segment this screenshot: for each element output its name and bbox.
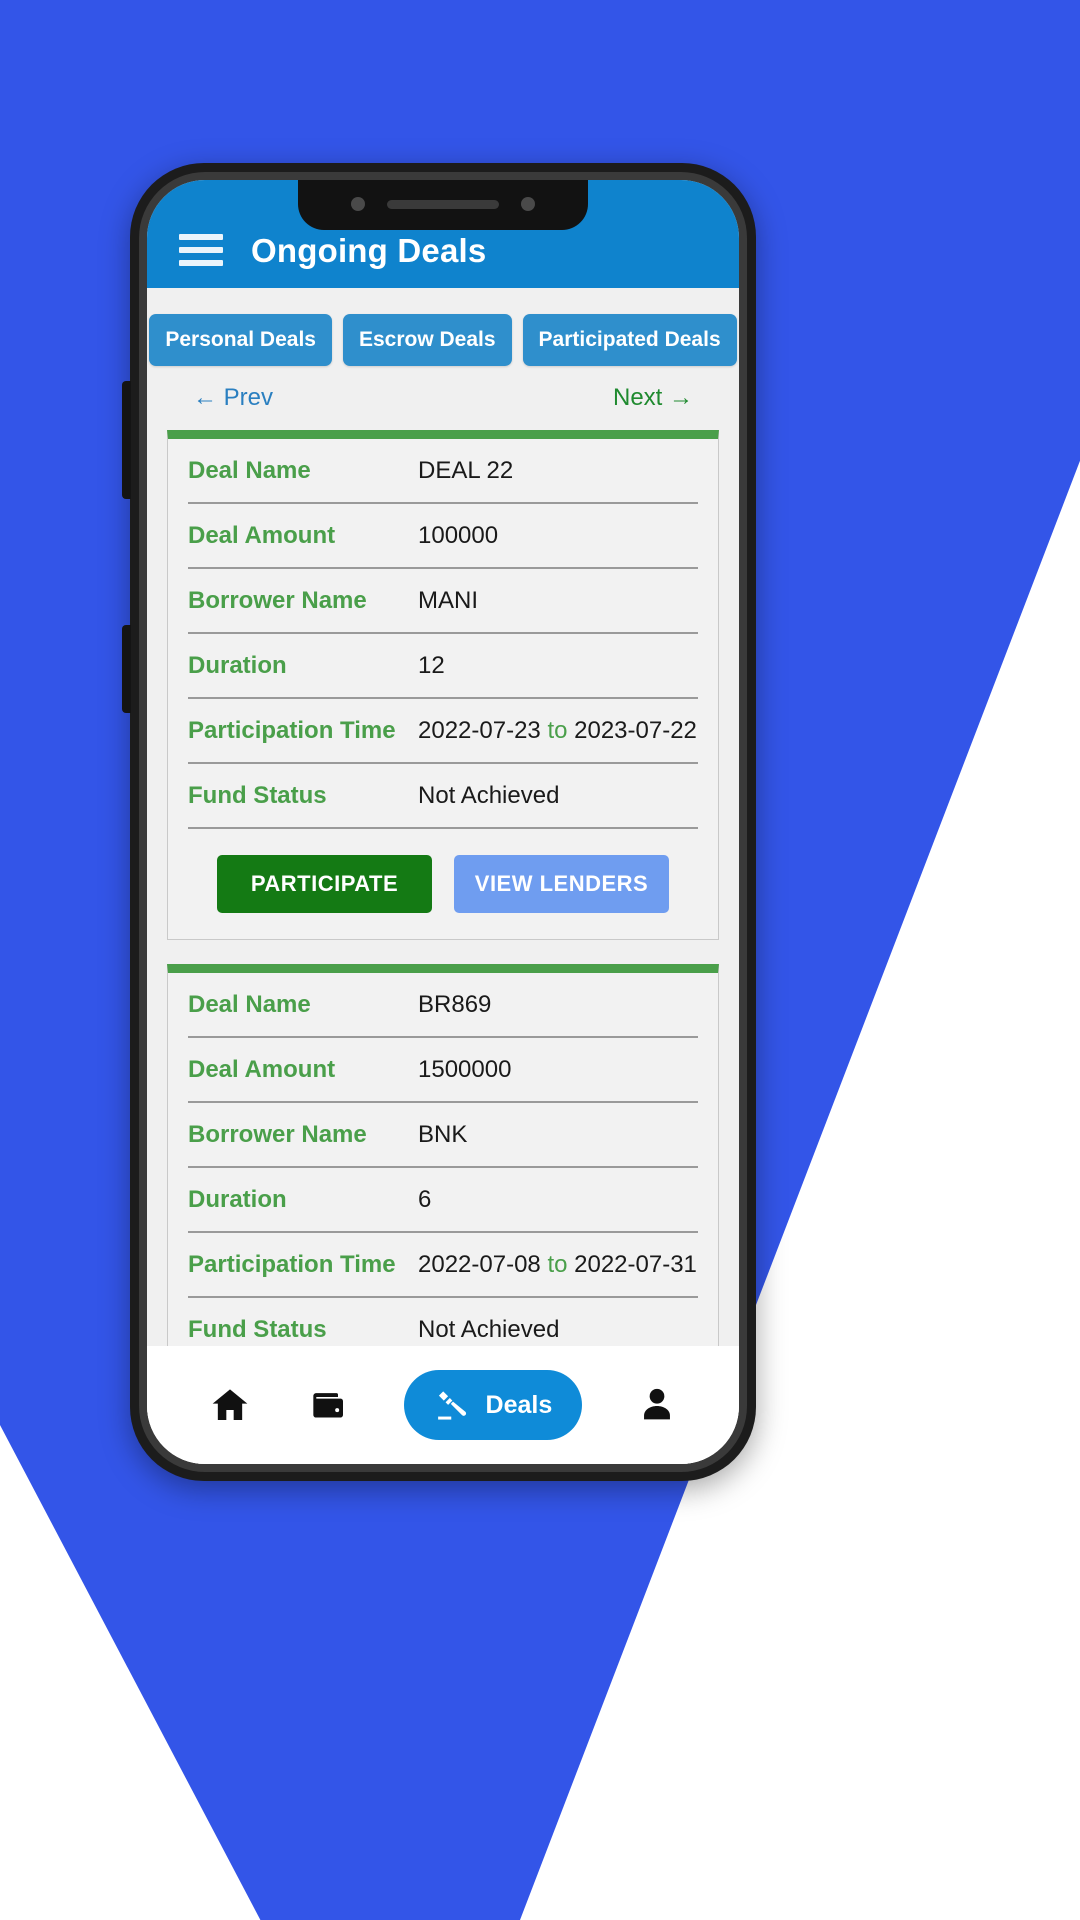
participate-button[interactable]: PARTICIPATE	[217, 855, 432, 913]
deal-card-actions: PARTICIPATE VIEW LENDERS	[188, 829, 698, 939]
borrower-name-value: MANI	[418, 586, 478, 614]
fund-status-label: Fund Status	[188, 781, 327, 809]
duration-label: Duration	[188, 651, 287, 679]
tab-participated-deals[interactable]: Participated Deals	[522, 314, 737, 366]
next-page-link[interactable]: Next →	[613, 384, 693, 412]
date-separator-word: to	[547, 716, 568, 744]
fund-status-value: Not Achieved	[418, 781, 560, 809]
wallet-icon	[306, 1385, 350, 1425]
deal-type-tabs: Personal Deals Escrow Deals Participated…	[147, 288, 739, 366]
duration-value: 6	[418, 1185, 432, 1213]
borrower-name-label: Borrower Name	[188, 1120, 367, 1148]
deal-name-label: Deal Name	[188, 990, 311, 1018]
participation-time-value: 2022-07-08 to 2022-07-31	[418, 1251, 697, 1279]
deal-card: Deal Name DEAL 22 Deal Amount 100000 Bor…	[167, 430, 719, 940]
fund-status-row: Fund Status Not Achieved	[188, 764, 698, 829]
phone-screen: Ongoing Deals Personal Deals Escrow Deal…	[147, 180, 739, 1464]
nav-deals-label: Deals	[485, 1390, 553, 1419]
prev-page-link[interactable]: ← Prev	[193, 384, 273, 412]
nav-wallet[interactable]	[306, 1385, 350, 1425]
phone-notch	[298, 180, 588, 230]
deal-card-list: Deal Name DEAL 22 Deal Amount 100000 Bor…	[147, 412, 739, 1346]
duration-label: Duration	[188, 1185, 287, 1213]
deal-amount-row: Deal Amount 1500000	[188, 1038, 698, 1103]
duration-row: Duration 6	[188, 1168, 698, 1233]
deal-name-label: Deal Name	[188, 456, 311, 484]
fund-status-value: Not Achieved	[418, 1315, 560, 1343]
deal-card: Deal Name BR869 Deal Amount 1500000 Borr…	[167, 964, 719, 1346]
date-separator-word: to	[547, 1250, 568, 1278]
phone-side-button-power[interactable]	[122, 625, 131, 713]
duration-row: Duration 12	[188, 634, 698, 699]
bottom-navigation-bar: Deals	[147, 1346, 739, 1464]
phone-side-button-volume[interactable]	[122, 381, 131, 499]
tab-escrow-deals[interactable]: Escrow Deals	[342, 314, 512, 366]
participation-start: 2022-07-08	[418, 1250, 541, 1278]
participation-time-row: Participation Time 2022-07-23 to 2023-07…	[188, 699, 698, 764]
participation-end: 2023-07-22	[574, 716, 697, 744]
earpiece-speaker	[387, 199, 499, 209]
nav-profile[interactable]	[636, 1384, 678, 1426]
participation-end: 2022-07-31	[574, 1250, 697, 1278]
deal-name-value: BR869	[418, 990, 492, 1018]
deal-name-row: Deal Name BR869	[188, 973, 698, 1038]
participation-start: 2022-07-23	[418, 716, 541, 744]
deal-amount-value: 100000	[418, 521, 499, 549]
deal-amount-label: Deal Amount	[188, 1055, 336, 1083]
phone-frame: Ongoing Deals Personal Deals Escrow Deal…	[122, 163, 756, 1481]
pagination-controls: ← Prev Next →	[147, 366, 739, 412]
borrower-name-label: Borrower Name	[188, 586, 367, 614]
deal-amount-value: 1500000	[418, 1055, 512, 1083]
tab-personal-deals[interactable]: Personal Deals	[149, 314, 332, 366]
borrower-name-row: Borrower Name BNK	[188, 1103, 698, 1168]
proximity-sensor-icon	[521, 197, 535, 211]
fund-status-label: Fund Status	[188, 1315, 327, 1343]
home-icon	[208, 1385, 252, 1425]
deal-amount-label: Deal Amount	[188, 521, 336, 549]
person-icon	[636, 1384, 678, 1426]
page-title: Ongoing Deals	[251, 232, 487, 269]
nav-deals-pill[interactable]: Deals	[403, 1370, 583, 1440]
nav-home[interactable]	[208, 1385, 252, 1425]
borrower-name-row: Borrower Name MANI	[188, 569, 698, 634]
borrower-name-value: BNK	[418, 1120, 468, 1148]
front-camera-icon	[351, 197, 365, 211]
main-content: Personal Deals Escrow Deals Participated…	[147, 288, 739, 1464]
participation-time-label: Participation Time	[188, 1250, 396, 1278]
deal-name-value: DEAL 22	[418, 456, 514, 484]
participation-time-value: 2022-07-23 to 2023-07-22	[418, 717, 697, 745]
nav-deals[interactable]: Deals	[403, 1370, 583, 1440]
participation-time-label: Participation Time	[188, 716, 396, 744]
participation-time-row: Participation Time 2022-07-08 to 2022-07…	[188, 1233, 698, 1298]
gavel-icon	[434, 1386, 472, 1424]
fund-status-row: Fund Status Not Achieved	[188, 1298, 698, 1346]
deal-name-row: Deal Name DEAL 22	[188, 439, 698, 504]
hamburger-menu-icon[interactable]	[179, 234, 223, 272]
deal-amount-row: Deal Amount 100000	[188, 504, 698, 569]
view-lenders-button[interactable]: VIEW LENDERS	[454, 855, 669, 913]
duration-value: 12	[418, 651, 445, 679]
